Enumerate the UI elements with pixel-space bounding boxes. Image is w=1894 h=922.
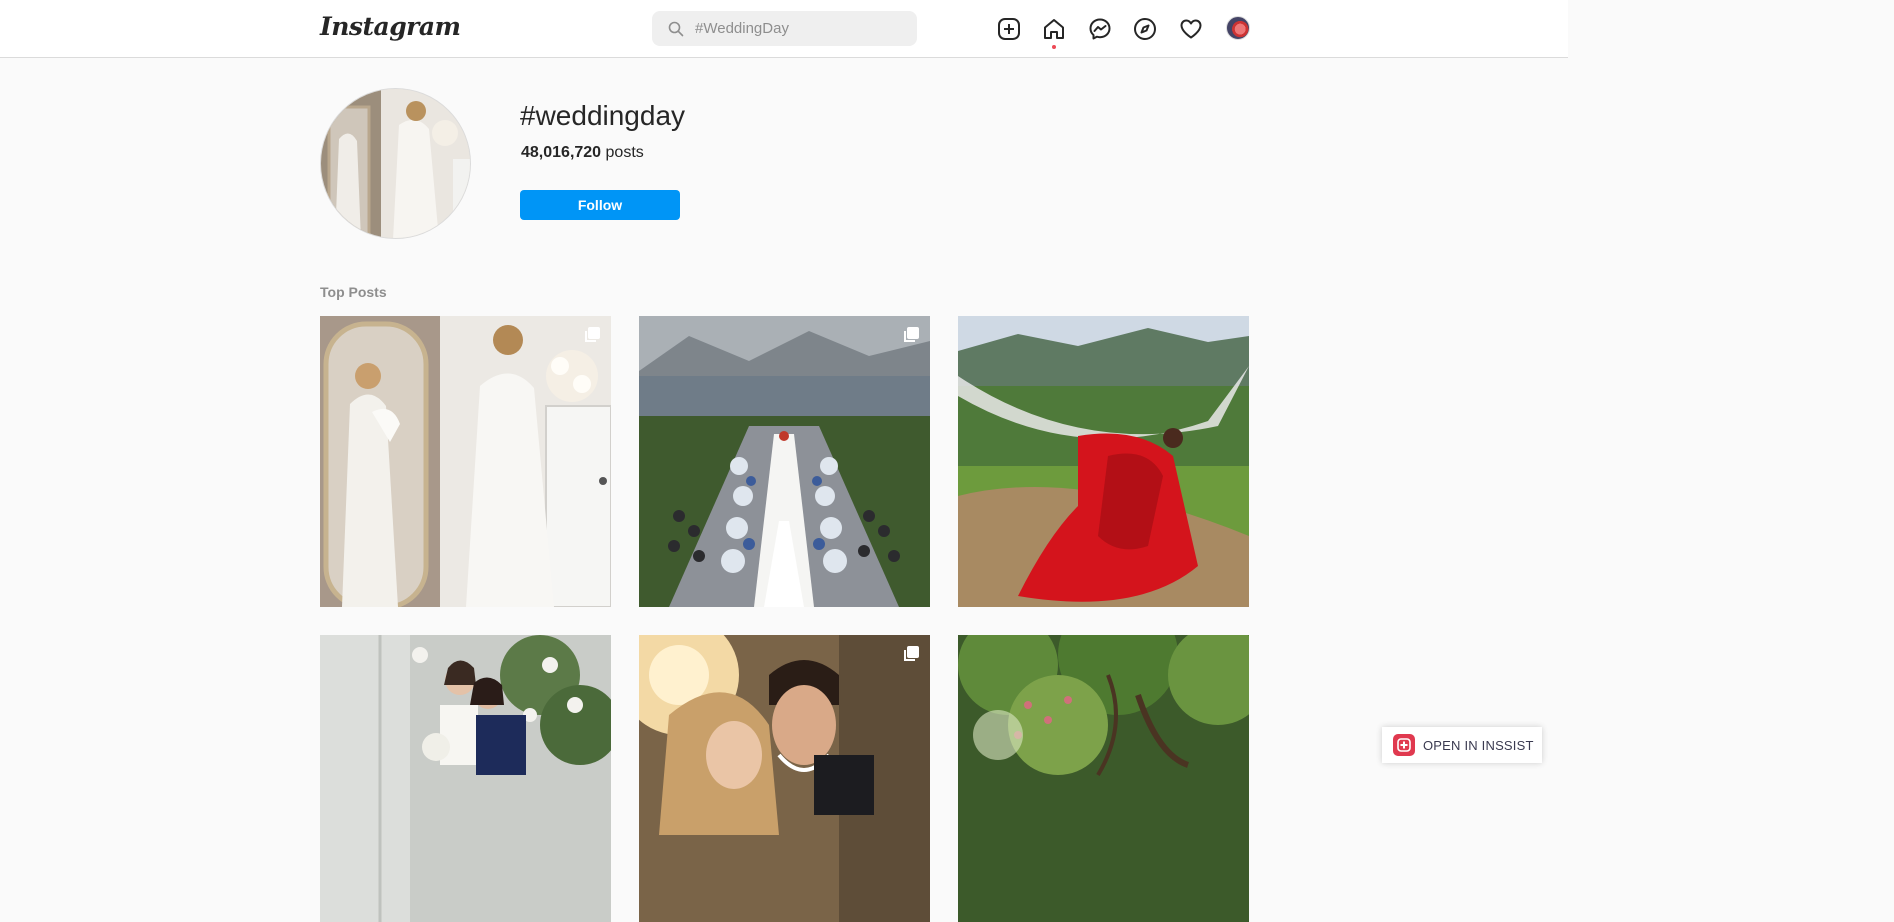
multiple-images-icon <box>585 327 600 342</box>
home-icon[interactable] <box>1041 16 1067 42</box>
post-tile[interactable] <box>958 316 1249 607</box>
instagram-logo[interactable]: Instagram <box>320 12 461 41</box>
post-count: 48,016,720 posts <box>521 144 644 162</box>
explore-icon[interactable] <box>1132 16 1158 42</box>
post-image <box>639 316 930 607</box>
post-image <box>958 316 1249 607</box>
post-tile[interactable] <box>320 316 611 607</box>
notification-dot <box>1052 45 1056 49</box>
profile-avatar[interactable] <box>1226 16 1250 40</box>
post-image <box>320 635 611 922</box>
post-tile[interactable] <box>639 635 930 922</box>
post-image <box>320 316 611 607</box>
post-tile[interactable] <box>639 316 930 607</box>
search-icon <box>668 21 684 36</box>
post-count-suffix: posts <box>605 144 644 161</box>
hashtag-cover-image <box>320 88 471 239</box>
post-tile[interactable] <box>320 635 611 922</box>
post-image <box>958 635 1249 922</box>
top-navigation-bar: Instagram <box>0 0 1568 58</box>
follow-button[interactable]: Follow <box>520 190 680 220</box>
hashtag-title: #weddingday <box>520 100 686 131</box>
post-tile[interactable] <box>958 635 1249 922</box>
inssist-icon <box>1393 734 1415 756</box>
post-count-number: 48,016,720 <box>521 144 602 161</box>
search-box[interactable] <box>652 11 917 46</box>
heart-icon[interactable] <box>1178 16 1204 42</box>
post-image <box>639 635 930 922</box>
multiple-images-icon <box>904 327 919 342</box>
top-posts-label: Top Posts <box>320 284 387 300</box>
hashtag-header: #weddingday 48,016,720 posts Follow <box>320 88 1250 239</box>
new-post-icon[interactable] <box>996 16 1022 42</box>
multiple-images-icon <box>904 646 919 661</box>
inssist-label: OPEN IN INSSIST <box>1423 737 1534 753</box>
messenger-icon[interactable] <box>1087 16 1113 42</box>
search-input[interactable] <box>695 20 895 37</box>
open-in-inssist-button[interactable]: OPEN IN INSSIST <box>1382 727 1542 763</box>
